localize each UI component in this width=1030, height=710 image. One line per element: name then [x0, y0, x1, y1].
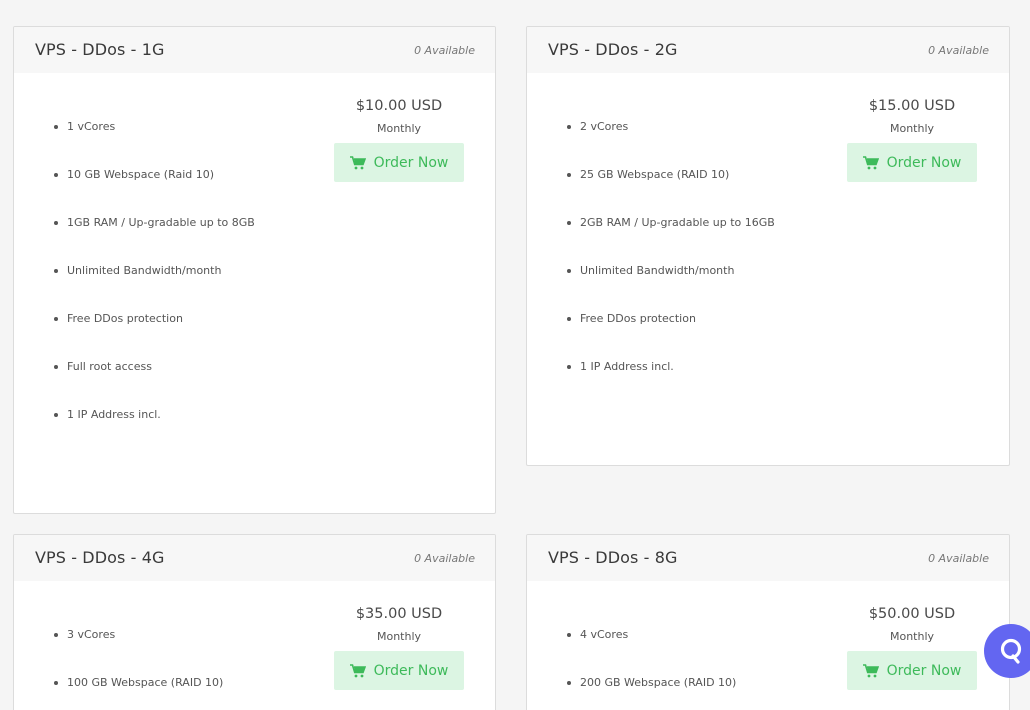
feature-item: 1 vCores [53, 119, 255, 167]
order-now-button[interactable]: Order Now [847, 143, 977, 182]
feature-list: 3 vCores 100 GB Webspace (RAID 10) [53, 627, 223, 710]
chat-bubble-icon [1000, 638, 1022, 664]
plan-availability: 0 Available [928, 44, 989, 57]
plan-availability: 0 Available [414, 552, 475, 565]
price-box: $50.00 USD Monthly Order Now [847, 603, 977, 690]
order-now-label: Order Now [886, 662, 962, 679]
feature-item: 1 IP Address incl. [53, 407, 255, 455]
feature-item: 2 vCores [566, 119, 775, 167]
cart-icon [862, 155, 879, 169]
feature-item: 100 GB Webspace (RAID 10) [53, 675, 223, 710]
plan-header: VPS - DDos - 4G 0 Available [14, 535, 495, 581]
plan-header: VPS - DDos - 8G 0 Available [527, 535, 1009, 581]
cart-icon [862, 663, 879, 677]
billing-cycle: Monthly [376, 122, 422, 135]
plan-availability: 0 Available [414, 44, 475, 57]
billing-cycle: Monthly [376, 630, 422, 643]
plan-title: VPS - DDos - 8G [548, 548, 678, 567]
plan-header: VPS - DDos - 1G 0 Available [14, 27, 495, 73]
feature-list: 1 vCores 10 GB Webspace (Raid 10) 1GB RA… [53, 119, 255, 455]
plan-title: VPS - DDos - 2G [548, 40, 678, 59]
price-box: $10.00 USD Monthly Order Now [334, 95, 464, 182]
plan-title: VPS - DDos - 1G [35, 40, 165, 59]
feature-item: Unlimited Bandwidth/month [566, 263, 775, 311]
feature-item: 1GB RAM / Up-gradable up to 8GB [53, 215, 255, 263]
feature-item: 3 vCores [53, 627, 223, 675]
feature-list: 4 vCores 200 GB Webspace (RAID 10) [566, 627, 736, 710]
plan-header: VPS - DDos - 2G 0 Available [527, 27, 1009, 73]
plan-price: $10.00 USD [355, 98, 443, 114]
feature-item: Free DDos protection [566, 311, 775, 359]
order-now-label: Order Now [373, 154, 449, 171]
plan-card-8g: VPS - DDos - 8G 0 Available 4 vCores 200… [526, 534, 1010, 710]
feature-item: 1 IP Address incl. [566, 359, 775, 407]
plan-price: $35.00 USD [355, 606, 443, 622]
cart-icon [349, 663, 366, 677]
chat-widget-button[interactable] [984, 624, 1030, 678]
feature-item: Full root access [53, 359, 255, 407]
order-now-button[interactable]: Order Now [334, 143, 464, 182]
order-now-button[interactable]: Order Now [847, 651, 977, 690]
feature-item: 200 GB Webspace (RAID 10) [566, 675, 736, 710]
plan-price: $50.00 USD [868, 606, 956, 622]
plan-availability: 0 Available [928, 552, 989, 565]
feature-item: 4 vCores [566, 627, 736, 675]
plan-card-2g: VPS - DDos - 2G 0 Available 2 vCores 25 … [526, 26, 1010, 466]
plan-card-1g: VPS - DDos - 1G 0 Available 1 vCores 10 … [13, 26, 496, 514]
billing-cycle: Monthly [889, 630, 935, 643]
feature-item: 2GB RAM / Up-gradable up to 16GB [566, 215, 775, 263]
price-box: $35.00 USD Monthly Order Now [334, 603, 464, 690]
plan-title: VPS - DDos - 4G [35, 548, 165, 567]
plan-price: $15.00 USD [868, 98, 956, 114]
price-box: $15.00 USD Monthly Order Now [847, 95, 977, 182]
order-now-button[interactable]: Order Now [334, 651, 464, 690]
plan-card-4g: VPS - DDos - 4G 0 Available 3 vCores 100… [13, 534, 496, 710]
feature-item: 10 GB Webspace (Raid 10) [53, 167, 255, 215]
billing-cycle: Monthly [889, 122, 935, 135]
feature-item: Unlimited Bandwidth/month [53, 263, 255, 311]
order-now-label: Order Now [373, 662, 449, 679]
feature-item: Free DDos protection [53, 311, 255, 359]
cart-icon [349, 155, 366, 169]
feature-item: 25 GB Webspace (RAID 10) [566, 167, 775, 215]
order-now-label: Order Now [886, 154, 962, 171]
feature-list: 2 vCores 25 GB Webspace (RAID 10) 2GB RA… [566, 119, 775, 407]
